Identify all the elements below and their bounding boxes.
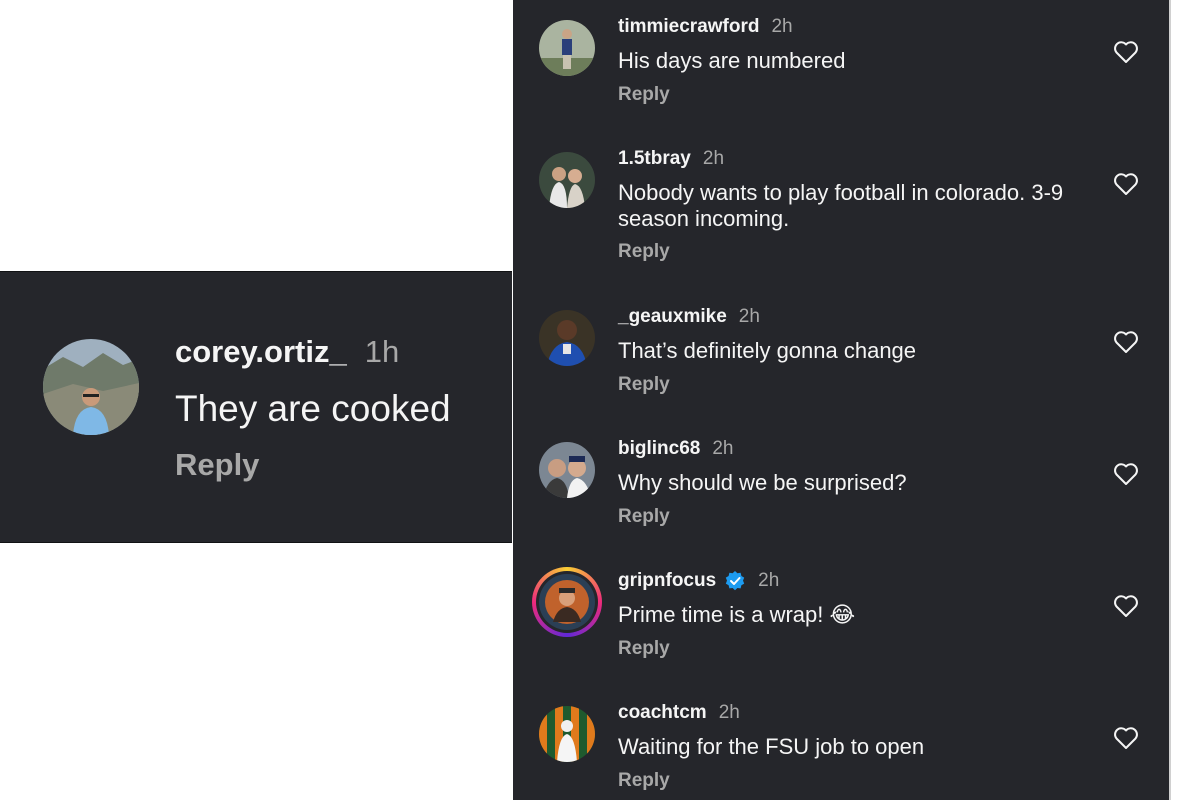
featured-comment-card: corey.ortiz_ 1h They are cooked Reply — [0, 271, 512, 543]
comment-header: biglinc68 2h — [618, 438, 734, 460]
comment-text: That’s definitely gonna change — [618, 338, 917, 363]
divider — [1169, 0, 1171, 800]
heart-icon[interactable] — [1113, 330, 1139, 354]
reply-button[interactable]: Reply — [618, 241, 670, 263]
reply-button[interactable]: Reply — [618, 84, 670, 106]
comment-username[interactable]: biglinc68 — [618, 438, 700, 460]
comment-timestamp: 2h — [702, 148, 725, 169]
comment-text: They are cooked — [175, 388, 451, 429]
avatar[interactable] — [43, 339, 139, 435]
avatar[interactable] — [532, 567, 602, 637]
heart-icon[interactable] — [1113, 594, 1139, 618]
reply-button[interactable]: Reply — [175, 447, 259, 483]
verified-badge-icon — [724, 570, 746, 592]
avatar[interactable] — [539, 20, 595, 76]
comment-text: Waiting for the FSU job to open — [618, 734, 925, 759]
comment-header: _geauxmike 2h — [618, 306, 760, 328]
comment-list: timmiecrawford 2h His days are numbered … — [513, 0, 1169, 800]
comment-timestamp: 2h — [718, 702, 740, 723]
comment-timestamp: 2h — [758, 570, 780, 591]
comment-timestamp: 2h — [771, 16, 793, 37]
comment-text: Nobody wants to play football in colorad… — [618, 180, 1064, 231]
comment-username[interactable]: _geauxmike — [618, 306, 727, 328]
comment-text: His days are numbered — [618, 48, 846, 73]
comment-timestamp: 2h — [738, 306, 760, 327]
comment-username[interactable]: coachtcm — [618, 702, 707, 724]
reply-button[interactable]: Reply — [618, 506, 670, 528]
heart-icon[interactable] — [1113, 40, 1139, 64]
comment-username[interactable]: corey.ortiz_ 1h — [175, 334, 399, 370]
avatar[interactable] — [539, 442, 595, 498]
comment-username[interactable]: gripnfocus — [618, 570, 716, 592]
comment-username[interactable]: timmiecrawford — [618, 16, 759, 38]
comment-text: Prime time is a wrap! 😂 — [618, 602, 856, 627]
heart-icon[interactable] — [1113, 172, 1139, 196]
reply-button[interactable]: Reply — [618, 374, 670, 396]
reply-button[interactable]: Reply — [618, 770, 670, 792]
reply-button[interactable]: Reply — [618, 638, 670, 660]
avatar[interactable] — [539, 152, 595, 208]
comment-header: gripnfocus 2h — [618, 570, 779, 592]
avatar[interactable] — [539, 706, 595, 762]
comment-timestamp: 1h — [364, 334, 400, 369]
comment-timestamp: 2h — [712, 438, 734, 459]
heart-icon[interactable] — [1113, 462, 1139, 486]
comment-header: coachtcm 2h — [618, 702, 740, 724]
comment-text: Why should we be surprised? — [618, 470, 907, 495]
comment-header: 1.5tbray 2h — [618, 148, 724, 170]
avatar[interactable] — [539, 310, 595, 366]
heart-icon[interactable] — [1113, 726, 1139, 750]
comment-username[interactable]: 1.5tbray — [618, 148, 691, 170]
comment-header: timmiecrawford 2h — [618, 16, 793, 38]
